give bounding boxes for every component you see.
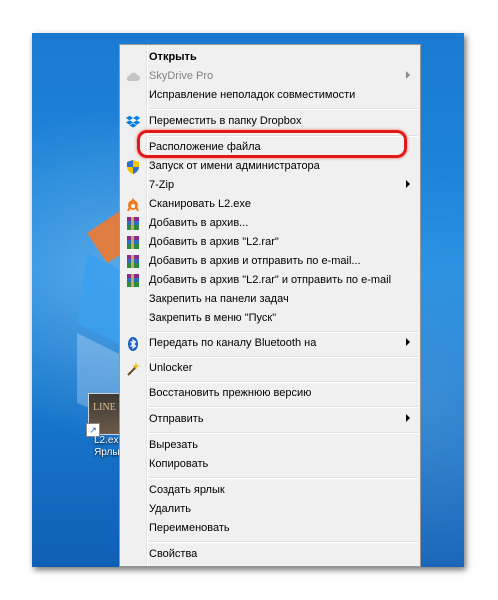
menu-item-run-as-admin[interactable]: Запуск от имени администратора	[122, 157, 418, 176]
menu-item-cut[interactable]: Вырезать	[122, 436, 418, 455]
menu-separator	[149, 541, 418, 543]
menu-item-label: Свойства	[149, 548, 198, 560]
menu-separator	[149, 108, 418, 110]
bluetooth-icon	[128, 337, 138, 351]
menu-item-label: Добавить в архив "L2.rar"	[149, 236, 279, 248]
menu-item-fix-compatibility[interactable]: Исправление неполадок совместимости	[122, 86, 418, 105]
menu-item-label: Сканировать L2.exe	[149, 198, 252, 210]
context-menu: Открыть SkyDrive Pro Исправление неполад…	[119, 44, 421, 567]
menu-item-7zip[interactable]: 7-Zip	[122, 176, 418, 195]
menu-item-label: Закрепить в меню "Пуск"	[149, 312, 277, 324]
menu-item-label: Открыть	[149, 51, 197, 63]
submenu-arrow-icon	[406, 71, 410, 79]
menu-item-label: Копировать	[149, 458, 209, 470]
menu-item-label: Добавить в архив и отправить по e-mail..…	[149, 255, 361, 267]
winrar-icon	[127, 217, 139, 230]
menu-item-rename[interactable]: Переименовать	[122, 519, 418, 538]
menu-item-add-l2rar-email[interactable]: Добавить в архив "L2.rar" и отправить по…	[122, 271, 418, 290]
menu-item-label: Переместить в папку Dropbox	[149, 115, 302, 127]
winrar-icon	[127, 255, 139, 268]
menu-item-open[interactable]: Открыть	[122, 48, 418, 67]
menu-item-label: Восстановить прежнюю версию	[149, 387, 312, 399]
submenu-arrow-icon	[406, 414, 410, 422]
menu-item-label: Добавить в архив "L2.rar" и отправить по…	[149, 274, 392, 286]
menu-item-pin-taskbar[interactable]: Закрепить на панели задач	[122, 290, 418, 309]
menu-item-bluetooth[interactable]: Передать по каналу Bluetooth на	[122, 334, 418, 353]
menu-item-copy[interactable]: Копировать	[122, 455, 418, 474]
menu-item-add-email[interactable]: Добавить в архив и отправить по e-mail..…	[122, 252, 418, 271]
menu-item-send-to[interactable]: Отправить	[122, 410, 418, 429]
menu-item-delete[interactable]: Удалить	[122, 500, 418, 519]
menu-item-label: Запуск от имени администратора	[149, 160, 320, 172]
menu-item-label: Закрепить на панели задач	[149, 293, 289, 305]
menu-item-label: Вырезать	[149, 439, 198, 451]
menu-item-label: Добавить в архив...	[149, 217, 249, 229]
menu-item-label: Отправить	[149, 413, 204, 425]
menu-item-properties[interactable]: Свойства	[122, 545, 418, 564]
menu-separator	[149, 432, 418, 434]
menu-item-pin-start[interactable]: Закрепить в меню "Пуск"	[122, 309, 418, 328]
annotation-highlight	[137, 130, 407, 158]
menu-item-label: SkyDrive Pro	[149, 70, 214, 82]
menu-separator	[149, 331, 418, 333]
menu-separator	[149, 356, 418, 358]
cloud-icon	[126, 72, 140, 81]
menu-item-label: Исправление неполадок совместимости	[149, 89, 356, 101]
menu-item-label: Передать по каналу Bluetooth на	[149, 337, 317, 349]
menu-item-add-archive[interactable]: Добавить в архив...	[122, 214, 418, 233]
submenu-arrow-icon	[406, 180, 410, 188]
menu-item-move-dropbox[interactable]: Переместить в папку Dropbox	[122, 112, 418, 131]
menu-item-add-l2rar[interactable]: Добавить в архив "L2.rar"	[122, 233, 418, 252]
winrar-icon	[127, 236, 139, 249]
menu-separator	[149, 477, 418, 479]
menu-item-label: 7-Zip	[149, 179, 175, 191]
menu-item-label: Unlocker	[149, 362, 193, 374]
menu-separator	[149, 381, 418, 383]
menu-item-unlocker[interactable]: Unlocker	[122, 359, 418, 378]
dropbox-icon	[125, 115, 141, 128]
magic-wand-icon	[127, 362, 140, 376]
avast-icon	[127, 197, 139, 212]
menu-item-label: Создать ярлык	[149, 484, 225, 496]
menu-item-scan[interactable]: Сканировать L2.exe	[122, 195, 418, 214]
menu-item-restore-previous[interactable]: Восстановить прежнюю версию	[122, 384, 418, 403]
menu-item-create-shortcut[interactable]: Создать ярлык	[122, 481, 418, 500]
shortcut-thumbnail-text: LINE	[93, 402, 116, 413]
winrar-icon	[127, 274, 139, 287]
submenu-arrow-icon	[406, 338, 410, 346]
uac-shield-icon	[127, 160, 139, 174]
menu-item-label: Переименовать	[149, 522, 230, 534]
menu-separator	[149, 406, 418, 408]
menu-item-label: Удалить	[149, 503, 191, 515]
menu-item-skydrive[interactable]: SkyDrive Pro	[122, 67, 418, 86]
